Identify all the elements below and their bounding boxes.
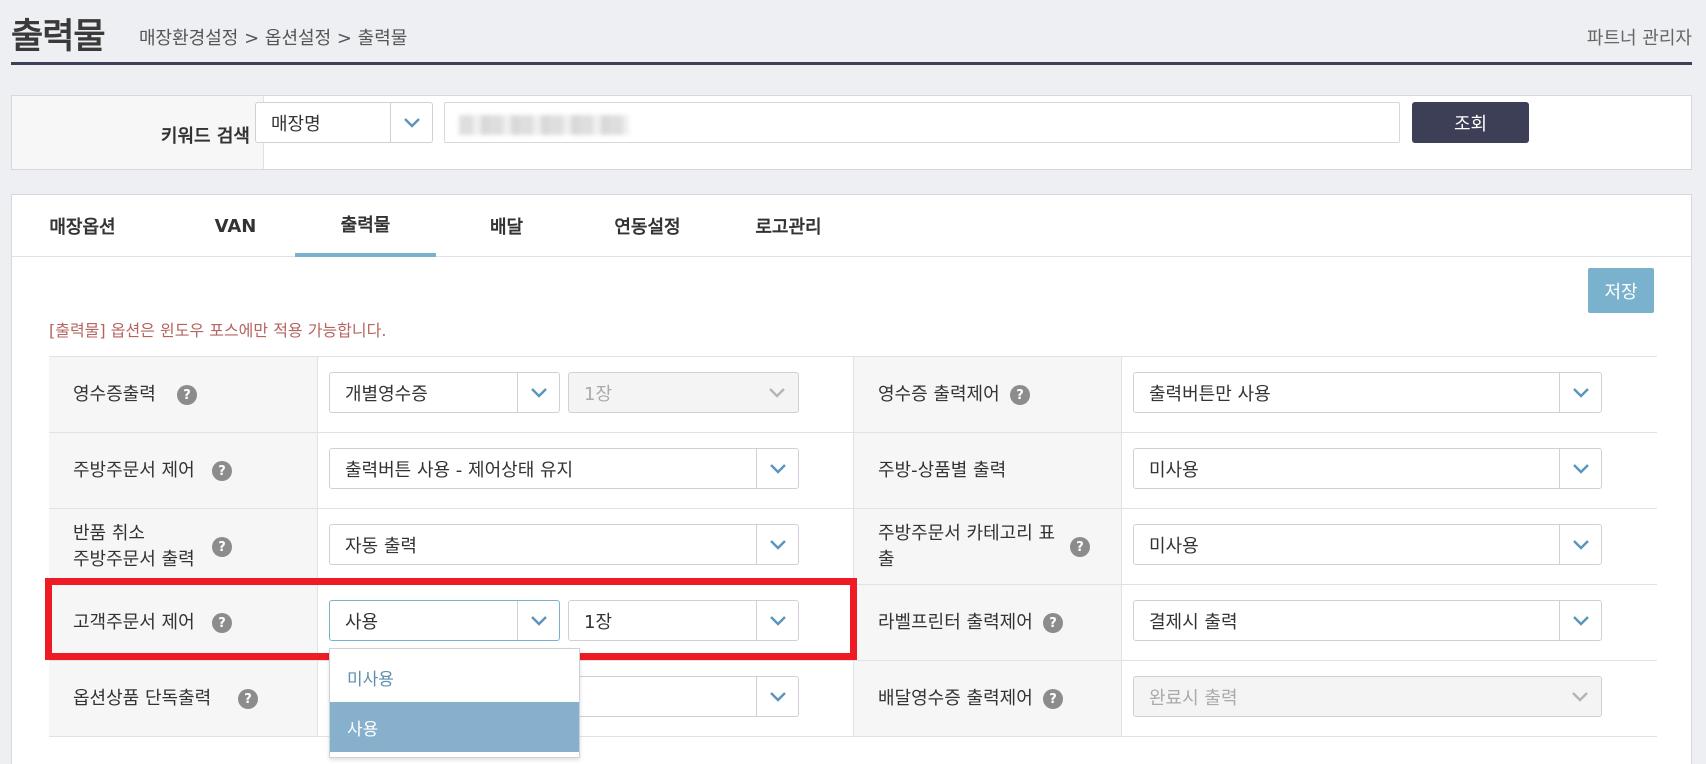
option-value-cell: 출력버튼만 사용 xyxy=(1121,357,1657,432)
search-label: 키워드 검색 xyxy=(160,126,250,147)
option-row: 주방주문서 제어 ? 출력버튼 사용 - 제어상태 유지 주방-상품별 출력 미… xyxy=(49,433,1657,509)
kitchen-category-label-line1: 주방주문서 카테고리 표 xyxy=(878,522,1056,544)
search-label-cell: 키워드 검색 xyxy=(12,96,264,169)
customer-order-dropdown: 미사용 사용 xyxy=(329,648,580,758)
kitchen-by-product-label: 주방-상품별 출력 xyxy=(878,459,1007,481)
kitchen-category-select[interactable]: 미사용 xyxy=(1133,524,1602,565)
chevron-down-icon[interactable] xyxy=(390,103,432,142)
option-value-cell: 개별영수증 1장 xyxy=(317,357,853,432)
kitchen-control-label: 주방주문서 제어 xyxy=(73,459,195,481)
kitchen-by-product-value: 미사용 xyxy=(1149,459,1199,481)
label-printer-value: 결제시 출력 xyxy=(1149,611,1238,633)
option-label-cell: 주방-상품별 출력 xyxy=(853,433,1121,508)
option-single-label: 옵션상품 단독출력 xyxy=(73,687,212,709)
tab-store-options[interactable]: 매장옵션 xyxy=(12,195,153,257)
option-value-cell: 완료시 출력 xyxy=(1121,661,1657,736)
receipt-print-select[interactable]: 개별영수증 xyxy=(329,372,560,413)
option-row: 반품 취소주방주문서 출력 ? 자동 출력 주방주문서 카테고리 표출 ? 미사… xyxy=(49,509,1657,585)
kitchen-control-value: 출력버튼 사용 - 제어상태 유지 xyxy=(345,459,574,481)
partner-admin-label: 파트너 관리자 xyxy=(1586,28,1692,49)
chevron-down-icon[interactable] xyxy=(1559,373,1601,412)
receipt-control-select[interactable]: 출력버튼만 사용 xyxy=(1133,372,1602,413)
label-printer-select[interactable]: 결제시 출력 xyxy=(1133,600,1602,641)
option-label-cell: 옵션상품 단독출력 ? xyxy=(49,661,317,736)
receipt-print-value: 개별영수증 xyxy=(345,383,428,405)
kitchen-category-label-line2: 출 xyxy=(878,548,895,570)
keyword-input[interactable] xyxy=(444,102,1400,143)
return-cancel-select[interactable]: 자동 출력 xyxy=(329,524,799,565)
option-label-cell: 배달영수증 출력제어 ? xyxy=(853,661,1121,736)
receipt-control-value: 출력버튼만 사용 xyxy=(1149,383,1271,405)
chevron-down-icon[interactable] xyxy=(756,525,798,564)
tab-van[interactable]: VAN xyxy=(165,195,306,257)
help-icon[interactable]: ? xyxy=(1010,385,1030,405)
save-button[interactable]: 저장 xyxy=(1588,268,1654,313)
tab-integration[interactable]: 연동설정 xyxy=(577,195,718,257)
page-header: 출력물 매장환경설정 > 옵션설정 > 출력물 파트너 관리자 xyxy=(11,0,1692,65)
chevron-down-icon[interactable] xyxy=(1559,601,1601,640)
search-bar: 키워드 검색 매장명 조회 xyxy=(11,95,1692,170)
chevron-down-icon[interactable] xyxy=(1559,525,1601,564)
tab-bar: 매장옵션 VAN 출력물 배달 연동설정 로고관리 xyxy=(12,195,1691,257)
help-icon[interactable]: ? xyxy=(238,689,258,709)
kitchen-by-product-select[interactable]: 미사용 xyxy=(1133,448,1602,489)
search-type-select[interactable]: 매장명 xyxy=(255,102,433,143)
option-label-cell: 반품 취소주방주문서 출력 ? xyxy=(49,509,317,584)
delivery-receipt-label: 배달영수증 출력제어 xyxy=(878,687,1033,709)
tab-delivery[interactable]: 배달 xyxy=(436,195,577,257)
tab-logo[interactable]: 로고관리 xyxy=(718,195,859,257)
search-type-value: 매장명 xyxy=(271,113,321,135)
receipt-control-label: 영수증 출력제어 xyxy=(878,383,1000,405)
dropdown-option-unused[interactable]: 미사용 xyxy=(330,652,579,702)
option-value-cell: 출력버튼 사용 - 제어상태 유지 xyxy=(317,433,853,508)
return-cancel-label: 반품 취소주방주문서 출력 xyxy=(73,520,195,572)
kitchen-category-label: 주방주문서 카테고리 표출 xyxy=(878,520,1055,572)
option-value-cell: 결제시 출력 xyxy=(1121,585,1657,660)
option-value-cell: 미사용 xyxy=(1121,433,1657,508)
option-row: 옵션상품 단독출력 ? 배달영수증 출력제어 ? 완료시 출력 xyxy=(49,661,1657,737)
chevron-down-icon[interactable] xyxy=(517,373,559,412)
option-grid: 영수증출력 ? 개별영수증 1장 영수증 출력제어 ? 출력버튼만 사용 주방주… xyxy=(49,356,1657,737)
help-icon[interactable]: ? xyxy=(1043,689,1063,709)
option-label-cell: 주방주문서 제어 ? xyxy=(49,433,317,508)
return-cancel-label-line2: 주방주문서 출력 xyxy=(73,548,195,570)
chevron-down-icon[interactable] xyxy=(756,677,798,716)
help-icon[interactable]: ? xyxy=(212,461,232,481)
chevron-down-icon xyxy=(756,373,798,412)
receipt-print-label: 영수증출력 xyxy=(73,383,156,405)
options-panel: 매장옵션 VAN 출력물 배달 연동설정 로고관리 저장 [출력물] 옵션은 윈… xyxy=(11,194,1692,764)
delivery-receipt-value: 완료시 출력 xyxy=(1149,687,1238,709)
help-icon[interactable]: ? xyxy=(1043,613,1063,633)
return-cancel-value: 자동 출력 xyxy=(345,535,417,557)
option-label-cell: 주방주문서 카테고리 표출 ? xyxy=(853,509,1121,584)
chevron-down-icon[interactable] xyxy=(756,449,798,488)
option-row: 영수증출력 ? 개별영수증 1장 영수증 출력제어 ? 출력버튼만 사용 xyxy=(49,357,1657,433)
help-icon[interactable]: ? xyxy=(1070,537,1090,557)
option-value-cell: 자동 출력 xyxy=(317,509,853,584)
kitchen-control-select[interactable]: 출력버튼 사용 - 제어상태 유지 xyxy=(329,448,799,489)
option-label-cell: 영수증출력 ? xyxy=(49,357,317,432)
page-title: 출력물 xyxy=(11,17,106,57)
option-label-cell: 라벨프린터 출력제어 ? xyxy=(853,585,1121,660)
delivery-receipt-select: 완료시 출력 xyxy=(1133,676,1602,717)
label-printer-label: 라벨프린터 출력제어 xyxy=(878,611,1033,633)
help-icon[interactable]: ? xyxy=(212,537,232,557)
dropdown-option-used[interactable]: 사용 xyxy=(330,702,579,752)
chevron-down-icon[interactable] xyxy=(1559,449,1601,488)
kitchen-category-value: 미사용 xyxy=(1149,535,1199,557)
receipt-count-select: 1장 xyxy=(568,372,799,413)
chevron-down-icon xyxy=(1559,677,1601,716)
help-icon[interactable]: ? xyxy=(177,385,197,405)
blurred-keyword xyxy=(459,115,629,135)
return-cancel-label-line1: 반품 취소 xyxy=(73,522,145,544)
notice-text: [출력물] 옵션은 윈도우 포스에만 적용 가능합니다. xyxy=(49,321,387,340)
option-label-cell: 영수증 출력제어 ? xyxy=(853,357,1121,432)
receipt-count-value: 1장 xyxy=(584,383,613,405)
tab-printouts[interactable]: 출력물 xyxy=(295,195,436,257)
search-button[interactable]: 조회 xyxy=(1412,102,1529,143)
breadcrumb: 매장환경설정 > 옵션설정 > 출력물 xyxy=(139,28,408,49)
option-value-cell: 미사용 xyxy=(1121,509,1657,584)
